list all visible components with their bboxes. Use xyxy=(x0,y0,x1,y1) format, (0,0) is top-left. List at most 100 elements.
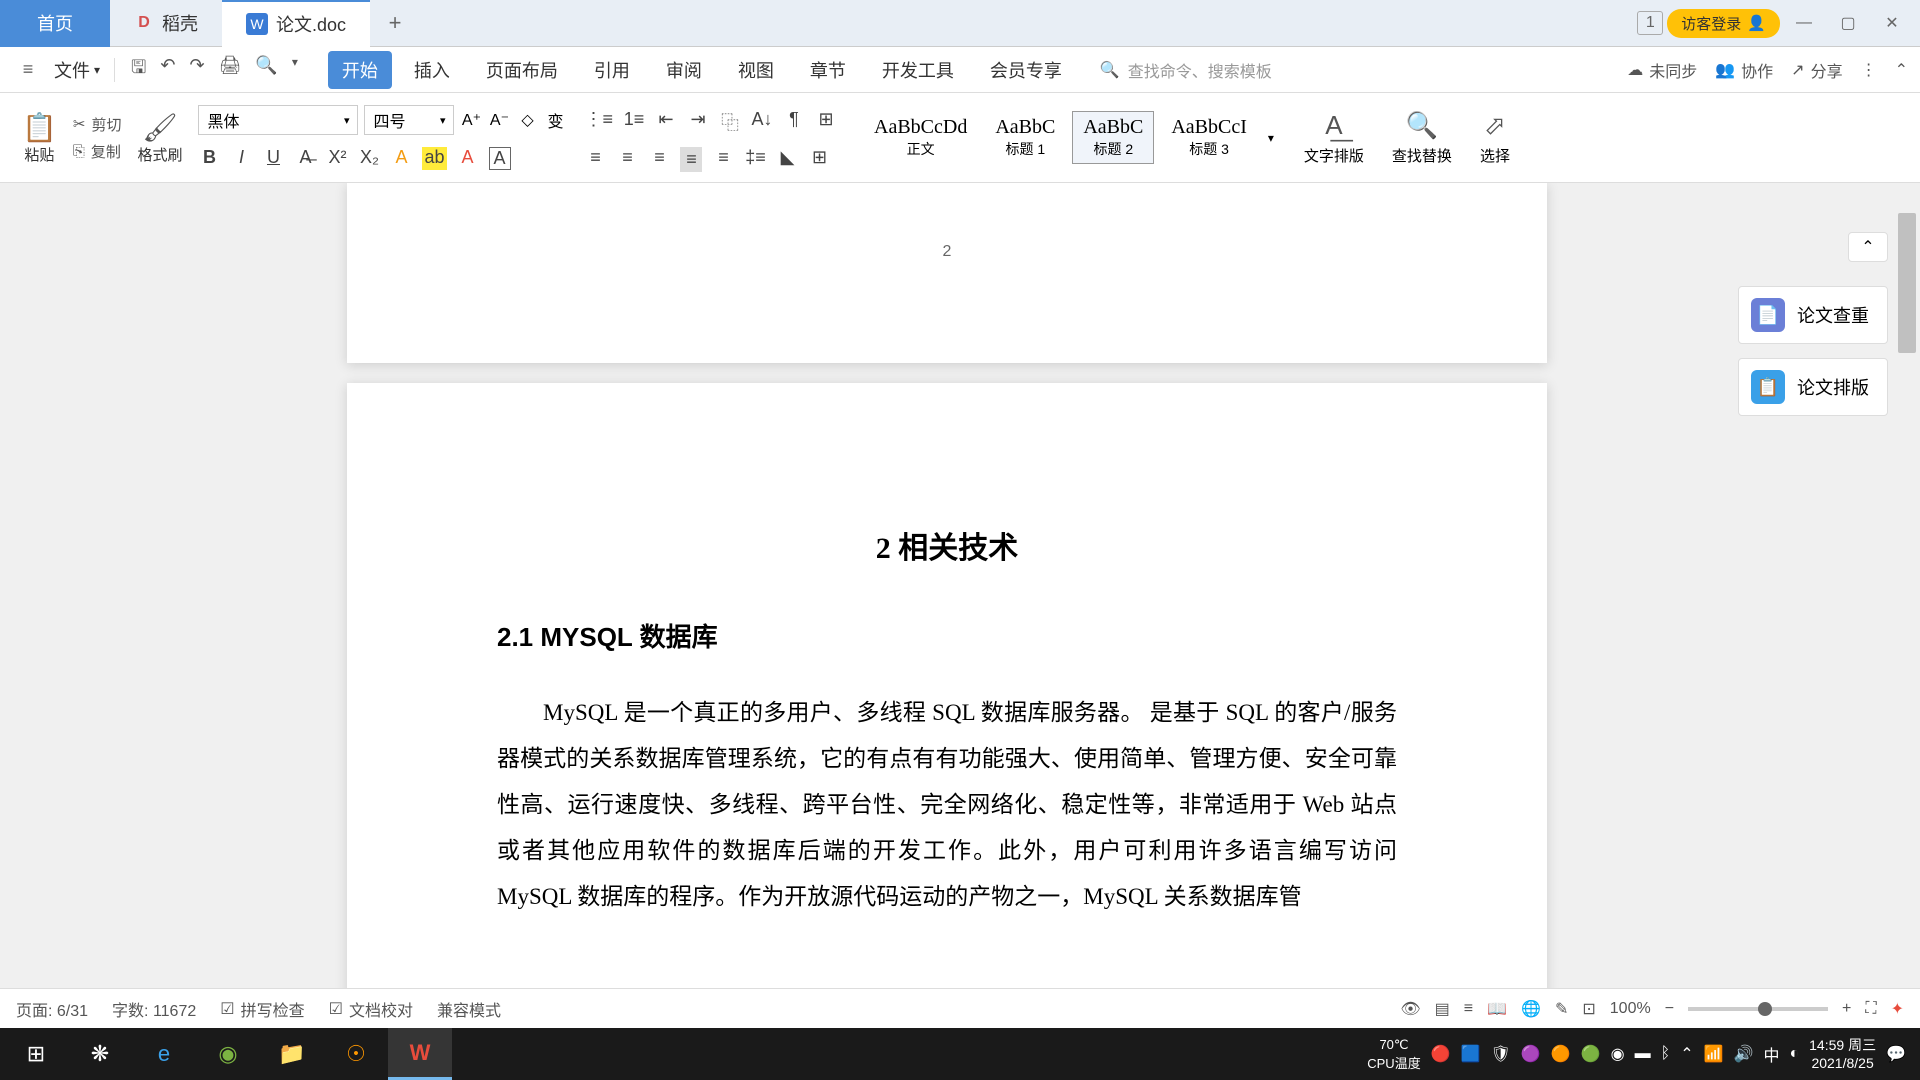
tray-icon[interactable]: 🟢 xyxy=(1581,1044,1601,1064)
text-effect-button[interactable]: A xyxy=(390,147,412,170)
annotate-icon[interactable]: ✎ xyxy=(1555,999,1568,1019)
strike-button[interactable]: A̶ xyxy=(294,147,316,170)
bluetooth-icon[interactable]: ᛒ xyxy=(1661,1045,1671,1063)
file-menu[interactable]: 文件▾ xyxy=(48,57,106,83)
page-view-icon[interactable]: ▤ xyxy=(1435,999,1450,1019)
zoom-thumb[interactable] xyxy=(1758,1002,1772,1016)
ribbon-tab-review[interactable]: 审阅 xyxy=(652,51,716,89)
sort-icon[interactable]: A↓ xyxy=(751,109,773,135)
tray-icon[interactable]: 🛡 xyxy=(1491,1044,1511,1064)
tray-icon[interactable]: 🔴 xyxy=(1431,1044,1451,1064)
vertical-scrollbar[interactable] xyxy=(1894,183,1920,988)
volume-icon[interactable]: 🔊 xyxy=(1734,1044,1754,1064)
tray-icon[interactable]: ◉ xyxy=(1611,1044,1625,1064)
tray-icon[interactable]: 🟠 xyxy=(1551,1044,1571,1064)
redo-icon[interactable]: ↷ xyxy=(189,55,204,85)
char-border-button[interactable]: A xyxy=(489,147,511,170)
bullets-icon[interactable]: ⋮≡ xyxy=(584,109,613,135)
scroll-thumb[interactable] xyxy=(1898,213,1916,353)
distribute-icon[interactable]: ≡ xyxy=(712,147,734,172)
show-marks-icon[interactable]: ¶ xyxy=(783,109,805,135)
align-justify-icon[interactable]: ≡ xyxy=(680,147,702,172)
explorer-icon[interactable]: 📁 xyxy=(260,1028,324,1080)
sync-status[interactable]: ☁未同步 xyxy=(1627,58,1697,82)
tray-icon[interactable]: ▬ xyxy=(1635,1045,1651,1063)
tray-icon[interactable]: 🟦 xyxy=(1461,1044,1481,1064)
cut-button[interactable]: ✂剪切 xyxy=(73,114,122,135)
style-heading2[interactable]: AaBbC标题 2 xyxy=(1072,111,1154,164)
fullscreen-icon[interactable]: ⛶ xyxy=(1865,1000,1876,1018)
taskbar-app-2[interactable]: ☉ xyxy=(324,1028,388,1080)
tab-add-button[interactable]: + xyxy=(370,10,420,36)
increase-indent-icon[interactable]: ⇥ xyxy=(687,109,709,135)
ribbon-tab-insert[interactable]: 插入 xyxy=(400,51,464,89)
superscript-button[interactable]: X² xyxy=(326,147,348,170)
align-left-icon[interactable]: ≡ xyxy=(584,147,606,172)
wps-icon[interactable]: W xyxy=(388,1028,452,1080)
minimize-button[interactable]: — xyxy=(1784,8,1824,38)
grow-font-icon[interactable]: A⁺ xyxy=(460,110,482,130)
paste-button[interactable]: 📋粘贴 xyxy=(22,111,57,165)
ie-icon[interactable]: e xyxy=(132,1028,196,1080)
phonetic-icon[interactable]: 变 xyxy=(544,108,566,132)
zoom-out-button[interactable]: − xyxy=(1665,1000,1674,1018)
print-icon[interactable]: 🖨 xyxy=(219,55,242,85)
more-icon[interactable]: ⋮ xyxy=(1861,60,1877,80)
save-icon[interactable]: 🖫 xyxy=(131,55,146,85)
ribbon-tab-layout[interactable]: 页面布局 xyxy=(472,51,572,89)
font-color-button[interactable]: A xyxy=(457,147,479,170)
undo-icon[interactable]: ↶ xyxy=(160,55,175,85)
collapse-ribbon-icon[interactable]: ⌃ xyxy=(1895,60,1908,80)
text-layout-button[interactable]: A͟文字排版 xyxy=(1294,110,1374,166)
command-search[interactable]: 🔍查找命令、搜索模板 xyxy=(1100,58,1272,82)
clock[interactable]: 14:59 周三2021/8/25 xyxy=(1809,1036,1876,1072)
ribbon-tab-start[interactable]: 开始 xyxy=(328,51,392,89)
qat-more-icon[interactable]: ▾ xyxy=(292,55,298,85)
zoom-in-button[interactable]: + xyxy=(1842,1000,1851,1018)
clear-format-icon[interactable]: ◇ xyxy=(516,110,538,130)
find-replace-button[interactable]: 🔍查找替换 xyxy=(1382,110,1462,166)
asian-layout-icon[interactable]: ⿻ xyxy=(719,109,741,135)
menu-icon[interactable]: ≡ xyxy=(12,54,44,86)
settings-icon[interactable]: ✦ xyxy=(1891,999,1904,1019)
ribbon-tab-view[interactable]: 视图 xyxy=(724,51,788,89)
tray-expand-icon[interactable]: ⌃ xyxy=(1680,1044,1693,1064)
shading-icon[interactable]: ◣ xyxy=(776,147,798,172)
fit-icon[interactable]: ⊡ xyxy=(1582,999,1595,1019)
paper-check-button[interactable]: 📄论文查重 xyxy=(1738,286,1888,344)
zoom-slider[interactable] xyxy=(1688,1007,1828,1011)
ribbon-tab-ref[interactable]: 引用 xyxy=(580,51,644,89)
zoom-value[interactable]: 100% xyxy=(1610,1000,1651,1018)
bold-button[interactable]: B xyxy=(198,147,220,170)
start-button[interactable]: ⊞ xyxy=(4,1028,68,1080)
preview-icon[interactable]: 🔍 xyxy=(255,55,277,85)
eye-icon[interactable]: 👁 xyxy=(1400,999,1420,1019)
style-heading3[interactable]: AaBbCcI标题 3 xyxy=(1160,111,1258,164)
panel-toggle-icon[interactable]: ⌃ xyxy=(1848,232,1888,262)
guest-login-button[interactable]: 访客登录👤 xyxy=(1667,9,1780,38)
align-right-icon[interactable]: ≡ xyxy=(648,147,670,172)
spellcheck-toggle[interactable]: ☑拼写检查 xyxy=(220,997,304,1021)
style-heading1[interactable]: AaBbC标题 1 xyxy=(984,111,1066,164)
align-center-icon[interactable]: ≡ xyxy=(616,147,638,172)
line-spacing-icon[interactable]: ‡≡ xyxy=(744,147,766,172)
italic-button[interactable]: I xyxy=(230,147,252,170)
tray-icon[interactable]: 🟣 xyxy=(1521,1044,1541,1064)
web-view-icon[interactable]: 🌐 xyxy=(1521,999,1541,1019)
tabstop-icon[interactable]: ⊞ xyxy=(815,109,837,135)
notifications-icon[interactable]: 💬 xyxy=(1886,1044,1906,1064)
ribbon-tab-vip[interactable]: 会员专享 xyxy=(976,51,1076,89)
collab-button[interactable]: 👥协作 xyxy=(1715,58,1773,82)
reading-view-icon[interactable]: 📖 xyxy=(1487,999,1507,1019)
outline-view-icon[interactable]: ≡ xyxy=(1464,1000,1473,1018)
shrink-font-icon[interactable]: A⁻ xyxy=(488,110,510,130)
format-painter-button[interactable]: 🖌格式刷 xyxy=(137,111,182,165)
share-button[interactable]: ↗分享 xyxy=(1791,58,1842,82)
word-count[interactable]: 字数: 11672 xyxy=(112,997,196,1021)
wifi-icon[interactable]: 📶 xyxy=(1704,1044,1724,1064)
subscript-button[interactable]: X₂ xyxy=(358,147,380,170)
doc-proof-toggle[interactable]: ☑文档校对 xyxy=(329,997,413,1021)
ime-indicator[interactable]: 中 xyxy=(1763,1042,1779,1066)
cpu-temp[interactable]: 70℃CPU温度 xyxy=(1367,1037,1420,1072)
browser-icon[interactable]: ◉ xyxy=(196,1028,260,1080)
